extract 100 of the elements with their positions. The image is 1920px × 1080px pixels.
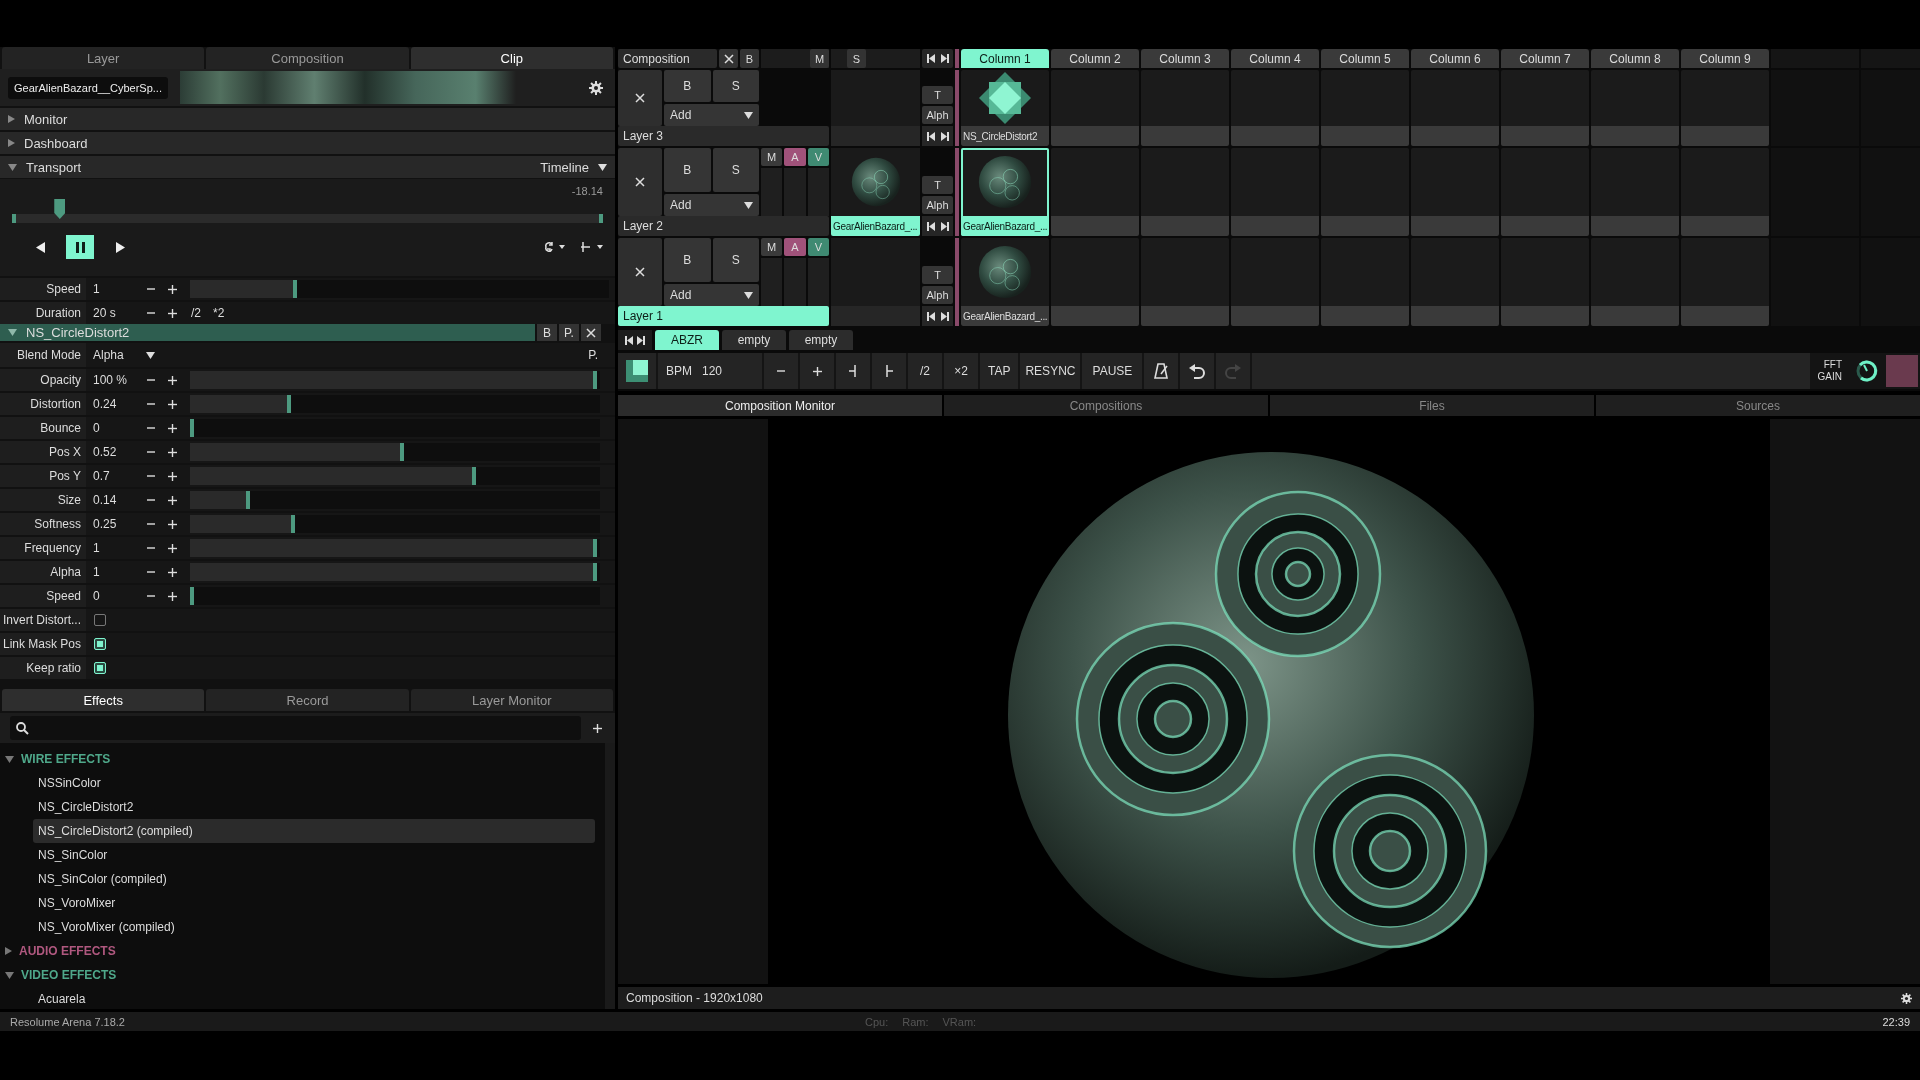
nudge-forward-button[interactable] — [872, 353, 906, 389]
transition-button[interactable]: T — [922, 176, 953, 194]
plus-icon[interactable] — [168, 447, 177, 457]
effect-item[interactable]: NSSinColor — [33, 771, 595, 795]
plus-icon[interactable] — [593, 723, 602, 733]
empty-clip-slot[interactable] — [1321, 148, 1409, 236]
blend-dropdown[interactable]: Add — [664, 194, 759, 216]
tab[interactable]: Effects — [2, 689, 205, 711]
view-tab[interactable]: Files — [1270, 395, 1594, 416]
minus-icon[interactable] — [147, 568, 155, 576]
transition-button[interactable]: Alph — [922, 196, 953, 214]
tempo-button[interactable]: /2 — [908, 353, 942, 389]
section-toggle[interactable]: Transport — [8, 159, 82, 175]
column-tab[interactable]: Column 8 — [1591, 49, 1679, 68]
parameter-value[interactable]: 1 — [93, 565, 137, 579]
column-tab[interactable]: Column 5 — [1321, 49, 1409, 68]
effect-item[interactable]: Acuarela — [33, 987, 595, 1009]
end-mode-icon[interactable] — [581, 242, 603, 252]
skip-forward-icon[interactable] — [940, 311, 949, 321]
column-tab[interactable]: Column 7 — [1501, 49, 1589, 68]
empty-clip-slot[interactable] — [1321, 70, 1409, 146]
tempo-button[interactable]: RESYNC — [1020, 353, 1081, 389]
tempo-button[interactable]: ×2 — [944, 353, 978, 389]
effect-button[interactable]: B — [537, 324, 557, 341]
minus-icon[interactable] — [147, 376, 155, 384]
layer-name[interactable]: Layer 1 — [618, 306, 829, 326]
layer-button[interactable]: S — [712, 238, 759, 282]
skip-back-icon[interactable] — [926, 311, 935, 321]
column-tab[interactable]: Column 2 — [1051, 49, 1139, 68]
parameter-value[interactable]: 0 — [93, 589, 137, 603]
loop-icon[interactable] — [543, 242, 565, 252]
mode-dropdown[interactable]: Timeline — [540, 159, 607, 175]
tab[interactable]: Layer Monitor — [410, 689, 613, 711]
empty-clip-slot[interactable] — [1681, 70, 1769, 146]
empty-clip-slot[interactable] — [1051, 238, 1139, 326]
color-button[interactable] — [618, 353, 656, 389]
view-tab[interactable]: Composition Monitor — [618, 395, 942, 416]
blend-dropdown[interactable]: Add — [664, 284, 759, 306]
layer-button[interactable]: S — [712, 148, 759, 192]
gain-knob[interactable] — [1856, 360, 1878, 382]
channel-button[interactable]: A — [784, 238, 806, 256]
skip-forward-icon[interactable] — [637, 335, 645, 345]
caret-icon[interactable] — [5, 947, 12, 955]
empty-clip-slot[interactable] — [1231, 238, 1319, 326]
parameter-value[interactable]: 100 % — [93, 373, 137, 387]
plus-icon[interactable] — [168, 308, 177, 318]
transition-button[interactable]: Alph — [922, 286, 953, 304]
caret-icon[interactable] — [8, 329, 17, 336]
plus-icon[interactable] — [168, 591, 177, 601]
tempo-button[interactable]: PAUSE — [1082, 353, 1143, 389]
plus-icon[interactable] — [168, 399, 177, 409]
empty-clip-slot[interactable] — [1141, 238, 1229, 326]
empty-clip-slot[interactable] — [1681, 148, 1769, 236]
plus-icon[interactable] — [168, 567, 177, 577]
fader-track[interactable] — [761, 258, 783, 306]
parameter-value[interactable]: 0.14 — [93, 493, 137, 507]
tab[interactable]: Clip — [410, 47, 613, 69]
duration-button[interactable]: /2 — [191, 306, 201, 320]
blend-dropdown[interactable]: Add — [664, 104, 759, 126]
plus-icon[interactable] — [168, 543, 177, 553]
clip-slot[interactable]: NS_CircleDistort2 — [961, 70, 1049, 146]
parameter-value[interactable]: 0.25 — [93, 517, 137, 531]
deck-tab[interactable]: ABZR — [655, 330, 719, 350]
effect-item[interactable]: NS_VoroMixer — [33, 891, 595, 915]
channel-button[interactable]: M — [761, 238, 783, 256]
caret-icon[interactable] — [5, 755, 14, 763]
minus-icon[interactable] — [147, 309, 155, 317]
minus-icon[interactable] — [147, 400, 155, 408]
bypass-button[interactable]: B — [740, 49, 759, 68]
empty-clip-slot[interactable] — [1231, 148, 1319, 236]
minus-icon[interactable] — [147, 496, 155, 504]
minus-icon[interactable] — [147, 544, 155, 552]
column-tab[interactable]: Column 6 — [1411, 49, 1499, 68]
skip-back-icon[interactable] — [926, 54, 935, 63]
plus-icon[interactable] — [168, 375, 177, 385]
empty-clip-slot[interactable] — [1141, 148, 1229, 236]
channel-button[interactable]: M — [761, 148, 783, 166]
empty-clip-slot[interactable] — [1501, 238, 1589, 326]
minus-icon[interactable] — [147, 448, 155, 456]
minus-icon[interactable] — [147, 424, 155, 432]
effect-button[interactable]: P. — [559, 324, 579, 341]
skip-back-icon[interactable] — [625, 335, 633, 345]
minus-icon[interactable] — [147, 520, 155, 528]
skip-forward-icon[interactable] — [940, 131, 949, 141]
parameter-value[interactable]: 1 — [93, 282, 137, 296]
effect-item[interactable]: NS_CircleDistort2 (compiled) — [33, 819, 595, 843]
column-tab[interactable]: Column 1 — [961, 49, 1049, 68]
effect-item[interactable]: NS_SinColor — [33, 843, 595, 867]
minus-icon[interactable] — [147, 285, 155, 293]
view-tab[interactable]: Sources — [1596, 395, 1920, 416]
deck-tab[interactable]: empty — [789, 330, 853, 350]
effect-item[interactable]: NS_SinColor (compiled) — [33, 867, 595, 891]
parameter-value[interactable]: 1 — [93, 541, 137, 555]
skip-back-icon[interactable] — [926, 131, 935, 141]
layer-name[interactable]: Layer 2 — [618, 216, 829, 236]
empty-clip-slot[interactable] — [1231, 70, 1319, 146]
checkbox[interactable] — [94, 614, 106, 626]
parameter-value[interactable]: 0.52 — [93, 445, 137, 459]
tab[interactable]: Layer — [2, 47, 205, 69]
layer-button[interactable]: S — [712, 70, 759, 102]
